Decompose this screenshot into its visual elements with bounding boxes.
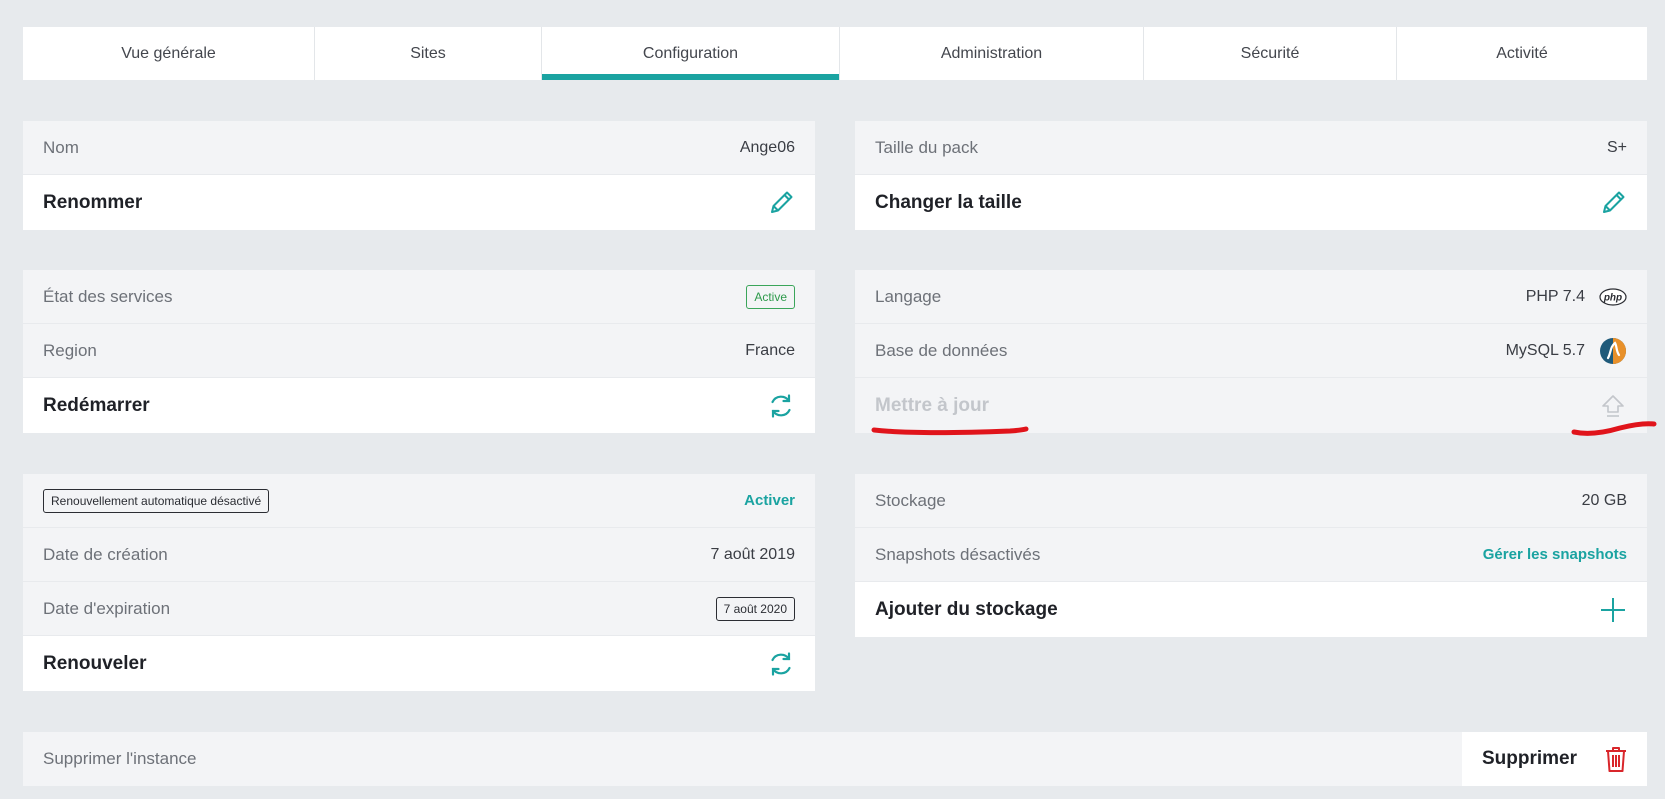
renew-label: Renouveler [43,652,147,674]
delete-instance-row: Supprimer l'instance Supprimer [23,732,1647,786]
language-value: PHP 7.4 [1525,287,1585,305]
renew-button[interactable]: Renouveler [23,636,815,691]
auto-renew-row: Renouvellement automatique désactivé Act… [23,474,815,528]
restart-label: Redémarrer [43,394,150,416]
snapshots-label: Snapshots désactivés [875,544,1041,564]
language-label: Langage [875,286,942,306]
change-size-label: Changer la taille [875,191,1022,213]
creation-date-value: 7 août 2019 [710,545,795,563]
rename-button[interactable]: Renommer [23,175,815,230]
expiry-date-badge: 7 août 2020 [715,596,795,621]
language-row: Langage PHP 7.4 php [855,270,1647,324]
restart-button[interactable]: Redémarrer [23,378,815,433]
region-row: Region France [23,324,815,378]
activate-link[interactable]: Activer [744,492,795,509]
tab-activity[interactable]: Activité [1397,27,1647,80]
upload-arrow-icon [1599,392,1627,420]
change-size-button[interactable]: Changer la taille [855,175,1647,230]
delete-button[interactable]: Supprimer [1462,732,1647,786]
region-label: Region [43,340,97,360]
storage-card: Stockage 20 GB Snapshots désactivés Gére… [855,474,1647,637]
tab-administration[interactable]: Administration [840,27,1144,80]
creation-date-row: Date de création 7 août 2019 [23,528,815,582]
pack-size-label: Taille du pack [875,137,979,157]
tab-bar: Vue générale Sites Configuration Adminis… [23,27,1647,80]
region-value: France [745,341,795,359]
php-logo-text: php [1603,292,1622,303]
status-badge: Active [746,284,795,309]
pack-size-row: Taille du pack S+ [855,121,1647,175]
refresh-icon[interactable] [767,650,795,678]
delete-button-label: Supprimer [1482,748,1578,769]
refresh-icon[interactable] [767,392,795,420]
name-card: Nom Ange06 Renommer [23,121,815,230]
renewal-card: Renouvellement automatique désactivé Act… [23,474,815,691]
add-storage-label: Ajouter du stockage [875,598,1058,620]
storage-label: Stockage [875,490,946,510]
trash-icon[interactable] [1603,745,1629,773]
update-button: Mettre à jour [855,378,1647,433]
creation-date-label: Date de création [43,544,168,564]
expiry-date-row: Date d'expiration 7 août 2020 [23,582,815,636]
pencil-icon[interactable] [767,189,795,217]
service-status-row: État des services Active [23,270,815,324]
database-label: Base de données [875,340,1008,360]
services-card: État des services Active Region France R… [23,270,815,433]
manage-snapshots-link[interactable]: Gérer les snapshots [1483,546,1627,563]
delete-instance-label: Supprimer l'instance [43,749,197,768]
expiry-date-label: Date d'expiration [43,598,171,618]
storage-row: Stockage 20 GB [855,474,1647,528]
update-label: Mettre à jour [875,394,990,416]
storage-value: 20 GB [1581,491,1627,509]
database-row: Base de données MySQL 5.7 [855,324,1647,378]
name-label: Nom [43,137,79,157]
snapshots-row: Snapshots désactivés Gérer les snapshots [855,528,1647,582]
database-value: MySQL 5.7 [1505,341,1585,359]
tab-sites[interactable]: Sites [315,27,542,80]
rename-label: Renommer [43,191,143,213]
php-logo-icon: php [1599,287,1627,306]
service-status-label: État des services [43,286,173,306]
name-row: Nom Ange06 [23,121,815,175]
name-value: Ange06 [739,138,795,156]
mysql-logo-icon [1599,337,1627,365]
add-storage-button[interactable]: Ajouter du stockage [855,582,1647,637]
tab-configuration[interactable]: Configuration [542,27,840,80]
pack-card: Taille du pack S+ Changer la taille [855,121,1647,230]
stack-card: Langage PHP 7.4 php Base de données MySQ… [855,270,1647,433]
tab-overview[interactable]: Vue générale [23,27,315,80]
plus-icon[interactable] [1599,596,1627,624]
pack-size-value: S+ [1606,138,1627,156]
tab-security[interactable]: Sécurité [1144,27,1397,80]
pencil-icon[interactable] [1599,189,1627,217]
auto-renew-badge: Renouvellement automatique désactivé [43,488,270,513]
